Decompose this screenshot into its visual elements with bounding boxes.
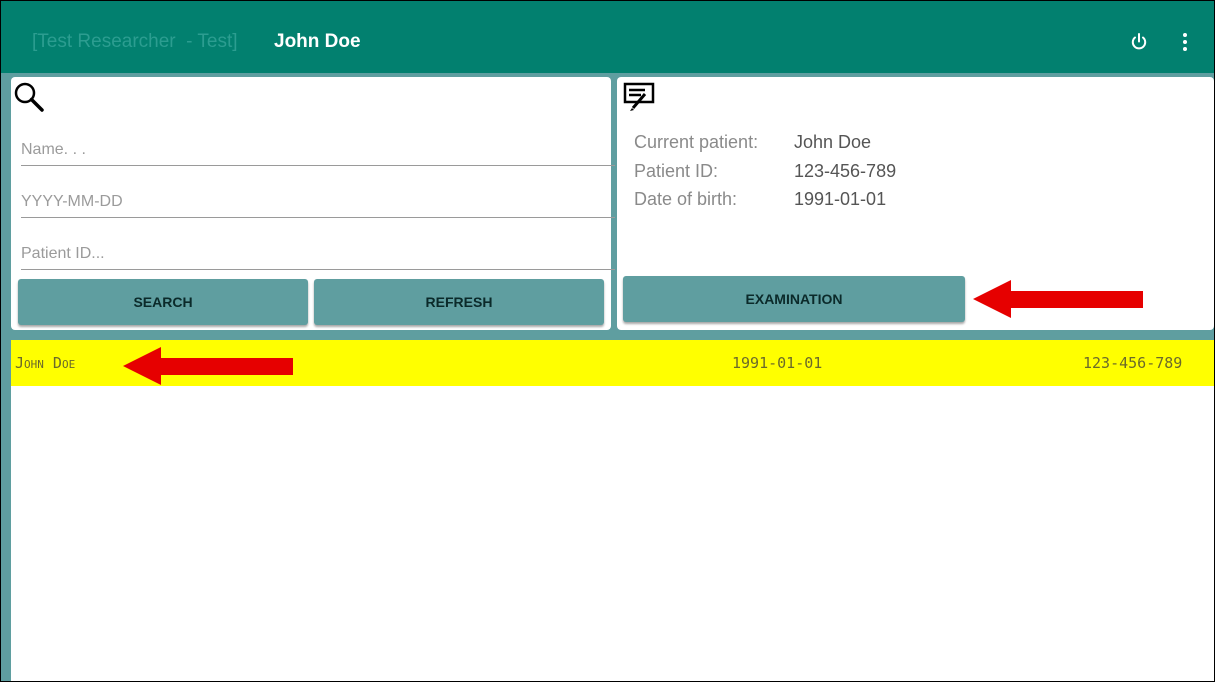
current-patient-label: Current patient: xyxy=(634,132,759,152)
more-vert-icon[interactable] xyxy=(1180,32,1190,57)
name-field[interactable] xyxy=(21,141,615,166)
list-item-id: 123-456-789 xyxy=(1083,354,1183,372)
patient-id-value: 123-456-789 xyxy=(794,161,897,181)
refresh-button[interactable]: REFRESH xyxy=(314,279,604,325)
dob-label: Date of birth: xyxy=(634,189,738,209)
dob-value: 1991-01-01 xyxy=(794,189,887,209)
current-patient-row: Current patient: John Doe xyxy=(634,132,871,153)
search-panel: SEARCH REFRESH xyxy=(11,77,615,330)
examination-button[interactable]: EXAMINATION xyxy=(623,276,965,322)
name-input[interactable] xyxy=(21,141,615,159)
patient-id-field[interactable] xyxy=(21,245,615,270)
date-field[interactable] xyxy=(21,193,615,218)
app-bar: [Test Researcher - Test] John Doe xyxy=(1,1,1214,73)
patient-id-input[interactable] xyxy=(21,245,615,263)
annotation-arrow-patient-row xyxy=(123,347,293,385)
search-icon xyxy=(13,81,45,118)
app-window: [Test Researcher - Test] John Doe Name. … xyxy=(0,0,1215,682)
patient-list: John Doe 1991-01-01 123-456-789 xyxy=(11,340,1214,681)
patient-id-row: Patient ID: 123-456-789 xyxy=(634,161,896,182)
search-button[interactable]: SEARCH xyxy=(18,279,308,325)
list-item-dob: 1991-01-01 xyxy=(732,354,823,372)
dob-row: Date of birth: 1991-01-01 xyxy=(634,189,886,210)
annotation-arrow-examination xyxy=(973,280,1143,318)
researcher-label: [Test Researcher - Test] xyxy=(32,31,238,52)
list-item-name: John Doe xyxy=(15,354,76,372)
header-patient-name: John Doe xyxy=(274,31,361,52)
date-input[interactable] xyxy=(21,193,615,211)
edit-document-icon xyxy=(623,82,657,117)
current-patient-value: John Doe xyxy=(794,132,872,152)
patient-id-label: Patient ID: xyxy=(634,161,719,181)
power-icon[interactable] xyxy=(1129,32,1149,57)
